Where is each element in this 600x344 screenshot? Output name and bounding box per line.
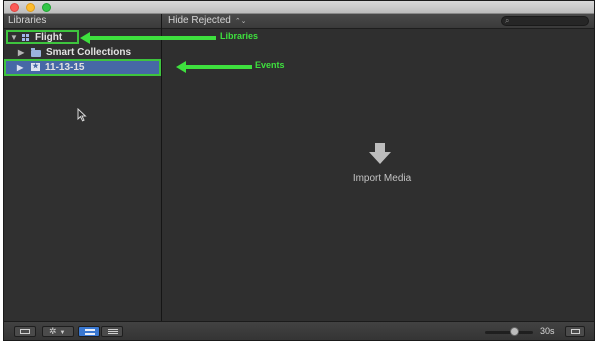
title-bar (4, 1, 594, 14)
event-star-icon: ★ (31, 63, 40, 71)
search-field[interactable]: ⌕ (501, 16, 589, 26)
bottom-toolbar: ✲ ▼ 30s (4, 321, 594, 340)
search-icon: ⌕ (505, 16, 510, 25)
popup-arrows-icon: ⌃⌄ (234, 18, 247, 25)
disclosure-closed-icon[interactable]: ▶ (17, 60, 23, 76)
libraries-sidebar: ▼ Flight ▶ Smart Collections ▶ ★ 11-13-1… (4, 29, 161, 321)
library-flight[interactable]: ▼ Flight (6, 30, 79, 44)
browser-header: Hide Rejected ⌃⌄ ⌕ (162, 14, 594, 29)
hide-rejected-filter[interactable]: Hide Rejected ⌃⌄ (168, 14, 247, 29)
minimize-button[interactable] (26, 3, 35, 12)
libraries-header: Libraries (4, 14, 161, 29)
zoom-button[interactable] (42, 3, 51, 12)
library-label: Flight (35, 32, 63, 43)
filter-label: Hide Rejected (168, 15, 231, 26)
folder-icon (31, 48, 41, 57)
gear-icon: ✲ (49, 326, 57, 336)
clip-appearance-button[interactable] (565, 326, 585, 337)
zoom-duration-label: 30s (540, 326, 555, 336)
list-view-button[interactable] (101, 326, 123, 337)
libraries-annotation: Libraries (220, 31, 259, 41)
libraries-annotation-arrow (80, 32, 216, 44)
close-button[interactable] (10, 3, 19, 12)
event-item[interactable]: ▶ ★ 11-13-15 (4, 59, 161, 76)
action-menu-button[interactable]: ✲ ▼ (42, 326, 74, 337)
app-window: Libraries Hide Rejected ⌃⌄ ⌕ ▼ Flight ▶ S… (3, 0, 595, 341)
events-annotation: Events (255, 60, 285, 70)
clip-zoom-slider[interactable] (485, 331, 533, 334)
chevron-down-icon: ▼ (59, 330, 66, 336)
mouse-pointer-icon (77, 108, 87, 122)
import-media-label: Import Media (352, 173, 412, 184)
events-annotation-arrow (176, 61, 252, 73)
clip-zoom-slider-thumb[interactable] (510, 327, 519, 336)
filmstrip-view-button[interactable] (78, 326, 100, 337)
library-icon (22, 34, 30, 42)
download-arrow-icon (369, 143, 391, 164)
show-hide-sidebar-button[interactable] (14, 326, 36, 337)
event-label: 11-13-15 (45, 62, 85, 73)
disclosure-open-icon[interactable]: ▼ (10, 30, 18, 46)
